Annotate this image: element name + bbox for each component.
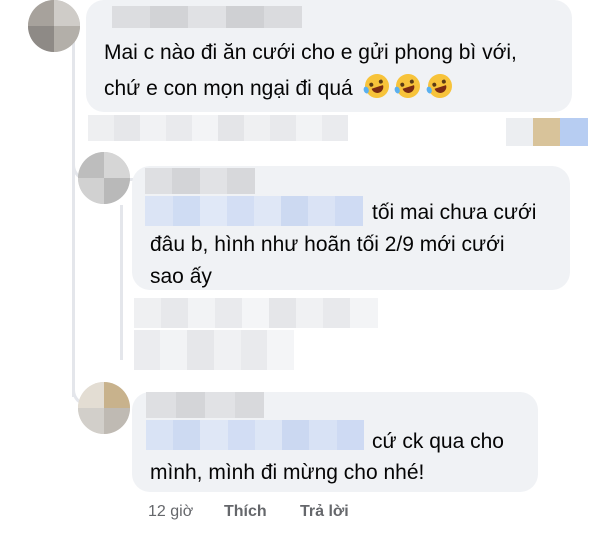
like-button[interactable]: Thích: [224, 503, 267, 521]
laughing-emoji-icon: [393, 70, 424, 102]
avatar-pixel: [28, 0, 54, 26]
tear-icon: [362, 85, 370, 95]
blurred-meta-row-1: [88, 115, 348, 141]
comment-text-line: mình, mình đi mừng cho nhé!: [150, 461, 425, 484]
comment-text-line: đâu b, hình như hoãn tối 2/9 mới cưới: [150, 233, 505, 256]
thread-line-main: [72, 35, 75, 175]
laughing-emoji-icon: [425, 70, 456, 102]
blurred-meta-row-3: [134, 330, 294, 370]
thread-line-curve-2: [72, 175, 75, 397]
avatar-pixel: [78, 382, 104, 408]
avatar-pixel: [104, 382, 130, 408]
laughing-emoji-icon: [361, 70, 392, 102]
avatar-commenter-1[interactable]: [28, 0, 80, 52]
reaction-count-badge-1[interactable]: [506, 118, 588, 146]
comment-text-line: cứ ck qua cho: [372, 430, 504, 453]
comment-text-segment: chứ e con mọn ngại đi quá: [104, 77, 353, 100]
tear-icon: [426, 85, 433, 95]
tear-icon: [394, 85, 402, 95]
avatar-commenter-2[interactable]: [78, 152, 130, 204]
avatar-pixel: [104, 152, 130, 178]
commenter-name-2[interactable]: [145, 168, 255, 194]
avatar-pixel: [104, 178, 130, 204]
reply-button[interactable]: Trả lời: [300, 503, 349, 521]
blurred-meta-row-2: [134, 298, 378, 328]
mentioned-name-3[interactable]: [146, 420, 364, 450]
avatar-pixel: [28, 26, 54, 52]
avatar-commenter-3[interactable]: [78, 382, 130, 434]
avatar-pixel: [54, 26, 80, 52]
thread-line-2: [120, 205, 123, 360]
comment-text-line: chứ e con mọn ngại đi quá: [104, 70, 456, 104]
mentioned-name-2[interactable]: [145, 196, 363, 226]
avatar-pixel: [104, 408, 130, 434]
comment-timestamp[interactable]: 12 giờ: [148, 503, 193, 521]
commenter-name-1[interactable]: [112, 6, 302, 28]
commenter-name-3[interactable]: [146, 392, 264, 418]
reply-button-label: Trả lời: [300, 503, 349, 520]
avatar-pixel: [78, 178, 104, 204]
avatar-pixel: [78, 152, 104, 178]
avatar-pixel: [54, 0, 80, 26]
avatar-pixel: [78, 408, 104, 434]
like-button-label: Thích: [224, 503, 267, 520]
comment-text-line: Mai c nào đi ăn cưới cho e gửi phong bì …: [104, 41, 517, 64]
comment-text-line: tối mai chưa cưới: [372, 201, 537, 224]
comment-text-line: sao ấy: [150, 265, 212, 288]
